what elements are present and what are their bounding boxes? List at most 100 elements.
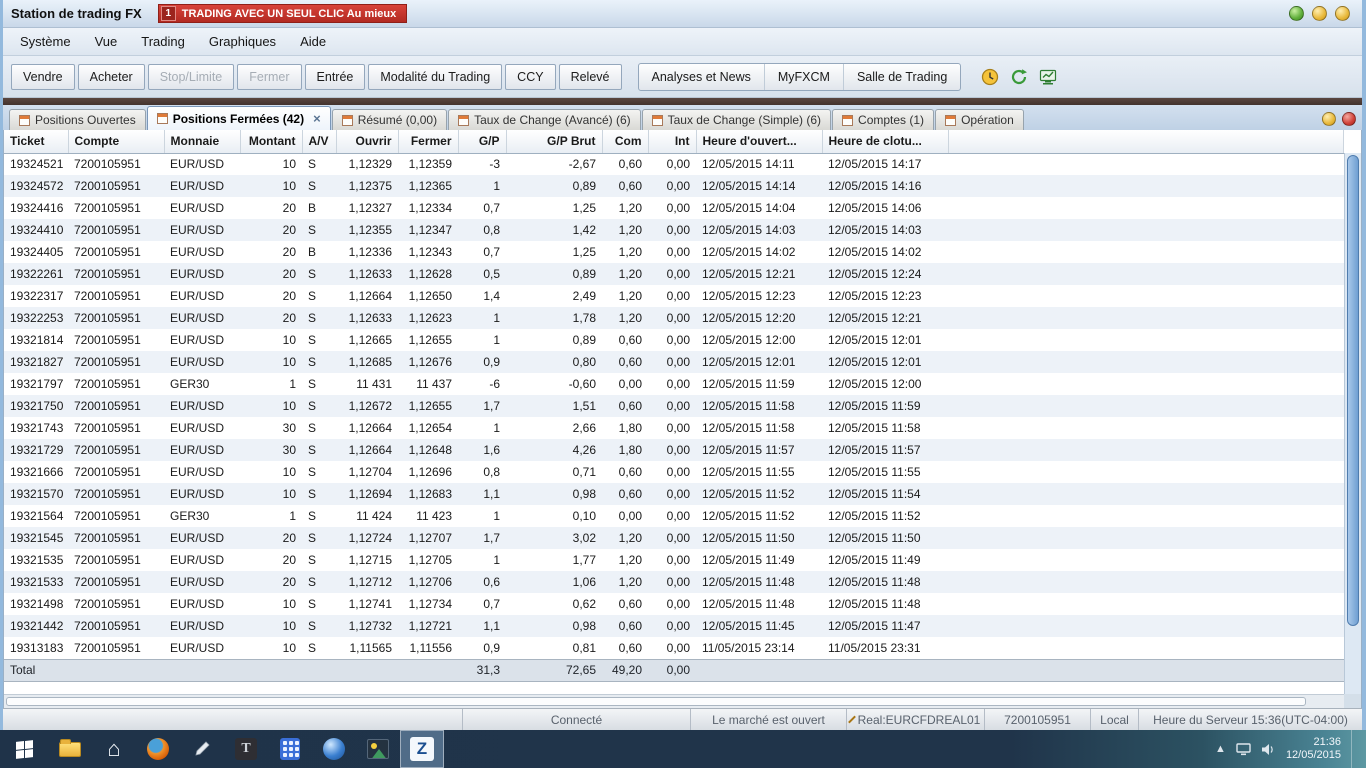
table-row[interactable]: 193215457200105951EUR/USD20S1,127241,127…: [4, 527, 1344, 549]
table-row[interactable]: 193222537200105951EUR/USD20S1,126331,126…: [4, 307, 1344, 329]
table-row[interactable]: 193216667200105951EUR/USD10S1,127041,126…: [4, 461, 1344, 483]
modalite-trading-button[interactable]: Modalité du Trading: [368, 64, 502, 90]
column-header-com[interactable]: Com: [602, 130, 648, 153]
vertical-scrollbar[interactable]: [1344, 153, 1361, 694]
table-cell: 1,12664: [336, 417, 398, 439]
table-row[interactable]: 193215647200105951GER301S11 42411 42310,…: [4, 505, 1344, 527]
table-cell: 0,8: [458, 461, 506, 483]
table-row[interactable]: 193222617200105951EUR/USD20S1,126331,126…: [4, 263, 1344, 285]
account-number: 7200105951: [984, 709, 1090, 730]
column-header-heure-ouverture[interactable]: Heure d'ouvert...: [696, 130, 822, 153]
table-cell: 1,12334: [398, 197, 458, 219]
table-row[interactable]: 193244107200105951EUR/USD20S1,123551,123…: [4, 219, 1344, 241]
column-header-compte[interactable]: Compte: [68, 130, 164, 153]
table-row[interactable]: 193223177200105951EUR/USD20S1,126641,126…: [4, 285, 1344, 307]
tab-positions-fermees[interactable]: Positions Fermées (42) ×: [147, 106, 331, 130]
column-header-heure-cloture[interactable]: Heure de clotu...: [822, 130, 948, 153]
column-header-gp-brut[interactable]: G/P Brut: [506, 130, 602, 153]
table-row[interactable]: 193215357200105951EUR/USD20S1,127151,127…: [4, 549, 1344, 571]
table-row[interactable]: 193218277200105951EUR/USD10S1,126851,126…: [4, 351, 1344, 373]
table-row[interactable]: 193244057200105951EUR/USD20B1,123361,123…: [4, 241, 1344, 263]
table-cell: 19321442: [4, 615, 68, 637]
pen-icon[interactable]: [180, 730, 224, 768]
calculator-icon[interactable]: [268, 730, 312, 768]
menu-systeme[interactable]: Système: [9, 30, 82, 53]
fermer-button[interactable]: Fermer: [237, 64, 301, 90]
table-row[interactable]: 193218147200105951EUR/USD10S1,126651,126…: [4, 329, 1344, 351]
tray-display-icon[interactable]: [1236, 743, 1251, 756]
column-header-gp[interactable]: G/P: [458, 130, 506, 153]
tab-taux-avance[interactable]: Taux de Change (Avancé) (6): [448, 109, 641, 130]
salle-trading-button[interactable]: Salle de Trading: [844, 64, 960, 90]
clock-icon[interactable]: [977, 64, 1003, 90]
table-row[interactable]: 193217977200105951GER301S11 43111 437-6-…: [4, 373, 1344, 395]
minimize-button[interactable]: [1289, 6, 1304, 21]
column-header-montant[interactable]: Montant: [240, 130, 302, 153]
firefox-icon[interactable]: [136, 730, 180, 768]
text-editor-icon[interactable]: T: [224, 730, 268, 768]
table-row[interactable]: 193217437200105951EUR/USD30S1,126641,126…: [4, 417, 1344, 439]
table-row[interactable]: 193217297200105951EUR/USD30S1,126641,126…: [4, 439, 1344, 461]
myfxcm-button[interactable]: MyFXCM: [765, 64, 844, 90]
file-explorer-icon[interactable]: [48, 730, 92, 768]
table-row[interactable]: 193245217200105951EUR/USD10S1,123291,123…: [4, 153, 1344, 175]
menu-graphiques[interactable]: Graphiques: [198, 30, 287, 53]
tab-operation[interactable]: Opération: [935, 109, 1024, 130]
table-cell: 20: [240, 527, 302, 549]
menu-vue[interactable]: Vue: [84, 30, 129, 53]
column-header-int[interactable]: Int: [648, 130, 696, 153]
table-cell: 1,12633: [336, 263, 398, 285]
close-button[interactable]: [1335, 6, 1350, 21]
column-header-fermer[interactable]: Fermer: [398, 130, 458, 153]
ccy-button[interactable]: CCY: [505, 64, 555, 90]
vendre-button[interactable]: Vendre: [11, 64, 75, 90]
analyses-news-button[interactable]: Analyses et News: [639, 64, 765, 90]
column-header-ouvrir[interactable]: Ouvrir: [336, 130, 398, 153]
close-tab-icon[interactable]: ×: [313, 111, 321, 126]
tray-expand-icon[interactable]: ▲: [1215, 743, 1226, 755]
table-row[interactable]: 193131837200105951EUR/USD10S1,115651,115…: [4, 637, 1344, 659]
table-row[interactable]: 193215337200105951EUR/USD20S1,127121,127…: [4, 571, 1344, 593]
table-row[interactable]: 193215707200105951EUR/USD10S1,126941,126…: [4, 483, 1344, 505]
column-header-ticket[interactable]: Ticket: [4, 130, 68, 153]
table-cell: 0,60: [602, 593, 648, 615]
market-monitor-icon[interactable]: [1035, 64, 1061, 90]
panel-icon: [157, 113, 168, 124]
table-cell: 12/05/2015 12:21: [696, 263, 822, 285]
start-button[interactable]: [0, 730, 48, 768]
horizontal-scrollbar-thumb[interactable]: [6, 697, 1306, 706]
stop-limite-button[interactable]: Stop/Limite: [148, 64, 235, 90]
entree-button[interactable]: Entrée: [305, 64, 366, 90]
column-header-monnaie[interactable]: Monnaie: [164, 130, 240, 153]
tab-taux-simple[interactable]: Taux de Change (Simple) (6): [642, 109, 831, 130]
maximize-panel-button[interactable]: [1322, 112, 1336, 126]
trading-station-taskbar-icon[interactable]: Z: [400, 730, 444, 768]
refresh-icon[interactable]: [1006, 64, 1032, 90]
table-cell: EUR/USD: [164, 417, 240, 439]
tab-resume[interactable]: Résumé (0,00): [332, 109, 447, 130]
acheter-button[interactable]: Acheter: [78, 64, 145, 90]
one-click-trading-banner[interactable]: 1 TRADING AVEC UN SEUL CLIC Au mieux: [158, 4, 408, 23]
horizontal-scrollbar[interactable]: [4, 694, 1344, 708]
table-row[interactable]: 193214427200105951EUR/USD10S1,127321,127…: [4, 615, 1344, 637]
home-icon[interactable]: ⌂: [92, 730, 136, 768]
table-row[interactable]: 193244167200105951EUR/USD20B1,123271,123…: [4, 197, 1344, 219]
close-panel-button[interactable]: [1342, 112, 1356, 126]
table-cell: 0,7: [458, 197, 506, 219]
taskbar-clock-block[interactable]: 21:36 12/05/2015: [1286, 736, 1341, 762]
tab-positions-ouvertes[interactable]: Positions Ouvertes: [9, 109, 146, 130]
menu-aide[interactable]: Aide: [289, 30, 337, 53]
tab-comptes[interactable]: Comptes (1): [832, 109, 934, 130]
table-row[interactable]: 193217507200105951EUR/USD10S1,126721,126…: [4, 395, 1344, 417]
vertical-scrollbar-thumb[interactable]: [1347, 155, 1359, 626]
releve-button[interactable]: Relevé: [559, 64, 622, 90]
table-row[interactable]: 193245727200105951EUR/USD10S1,123751,123…: [4, 175, 1344, 197]
show-desktop-button[interactable]: [1351, 730, 1358, 768]
tray-volume-icon[interactable]: [1261, 743, 1276, 756]
maximize-button[interactable]: [1312, 6, 1327, 21]
table-row[interactable]: 193214987200105951EUR/USD10S1,127411,127…: [4, 593, 1344, 615]
browser-icon[interactable]: [312, 730, 356, 768]
image-viewer-icon[interactable]: [356, 730, 400, 768]
menu-trading[interactable]: Trading: [130, 30, 196, 53]
column-header-av[interactable]: A/V: [302, 130, 336, 153]
